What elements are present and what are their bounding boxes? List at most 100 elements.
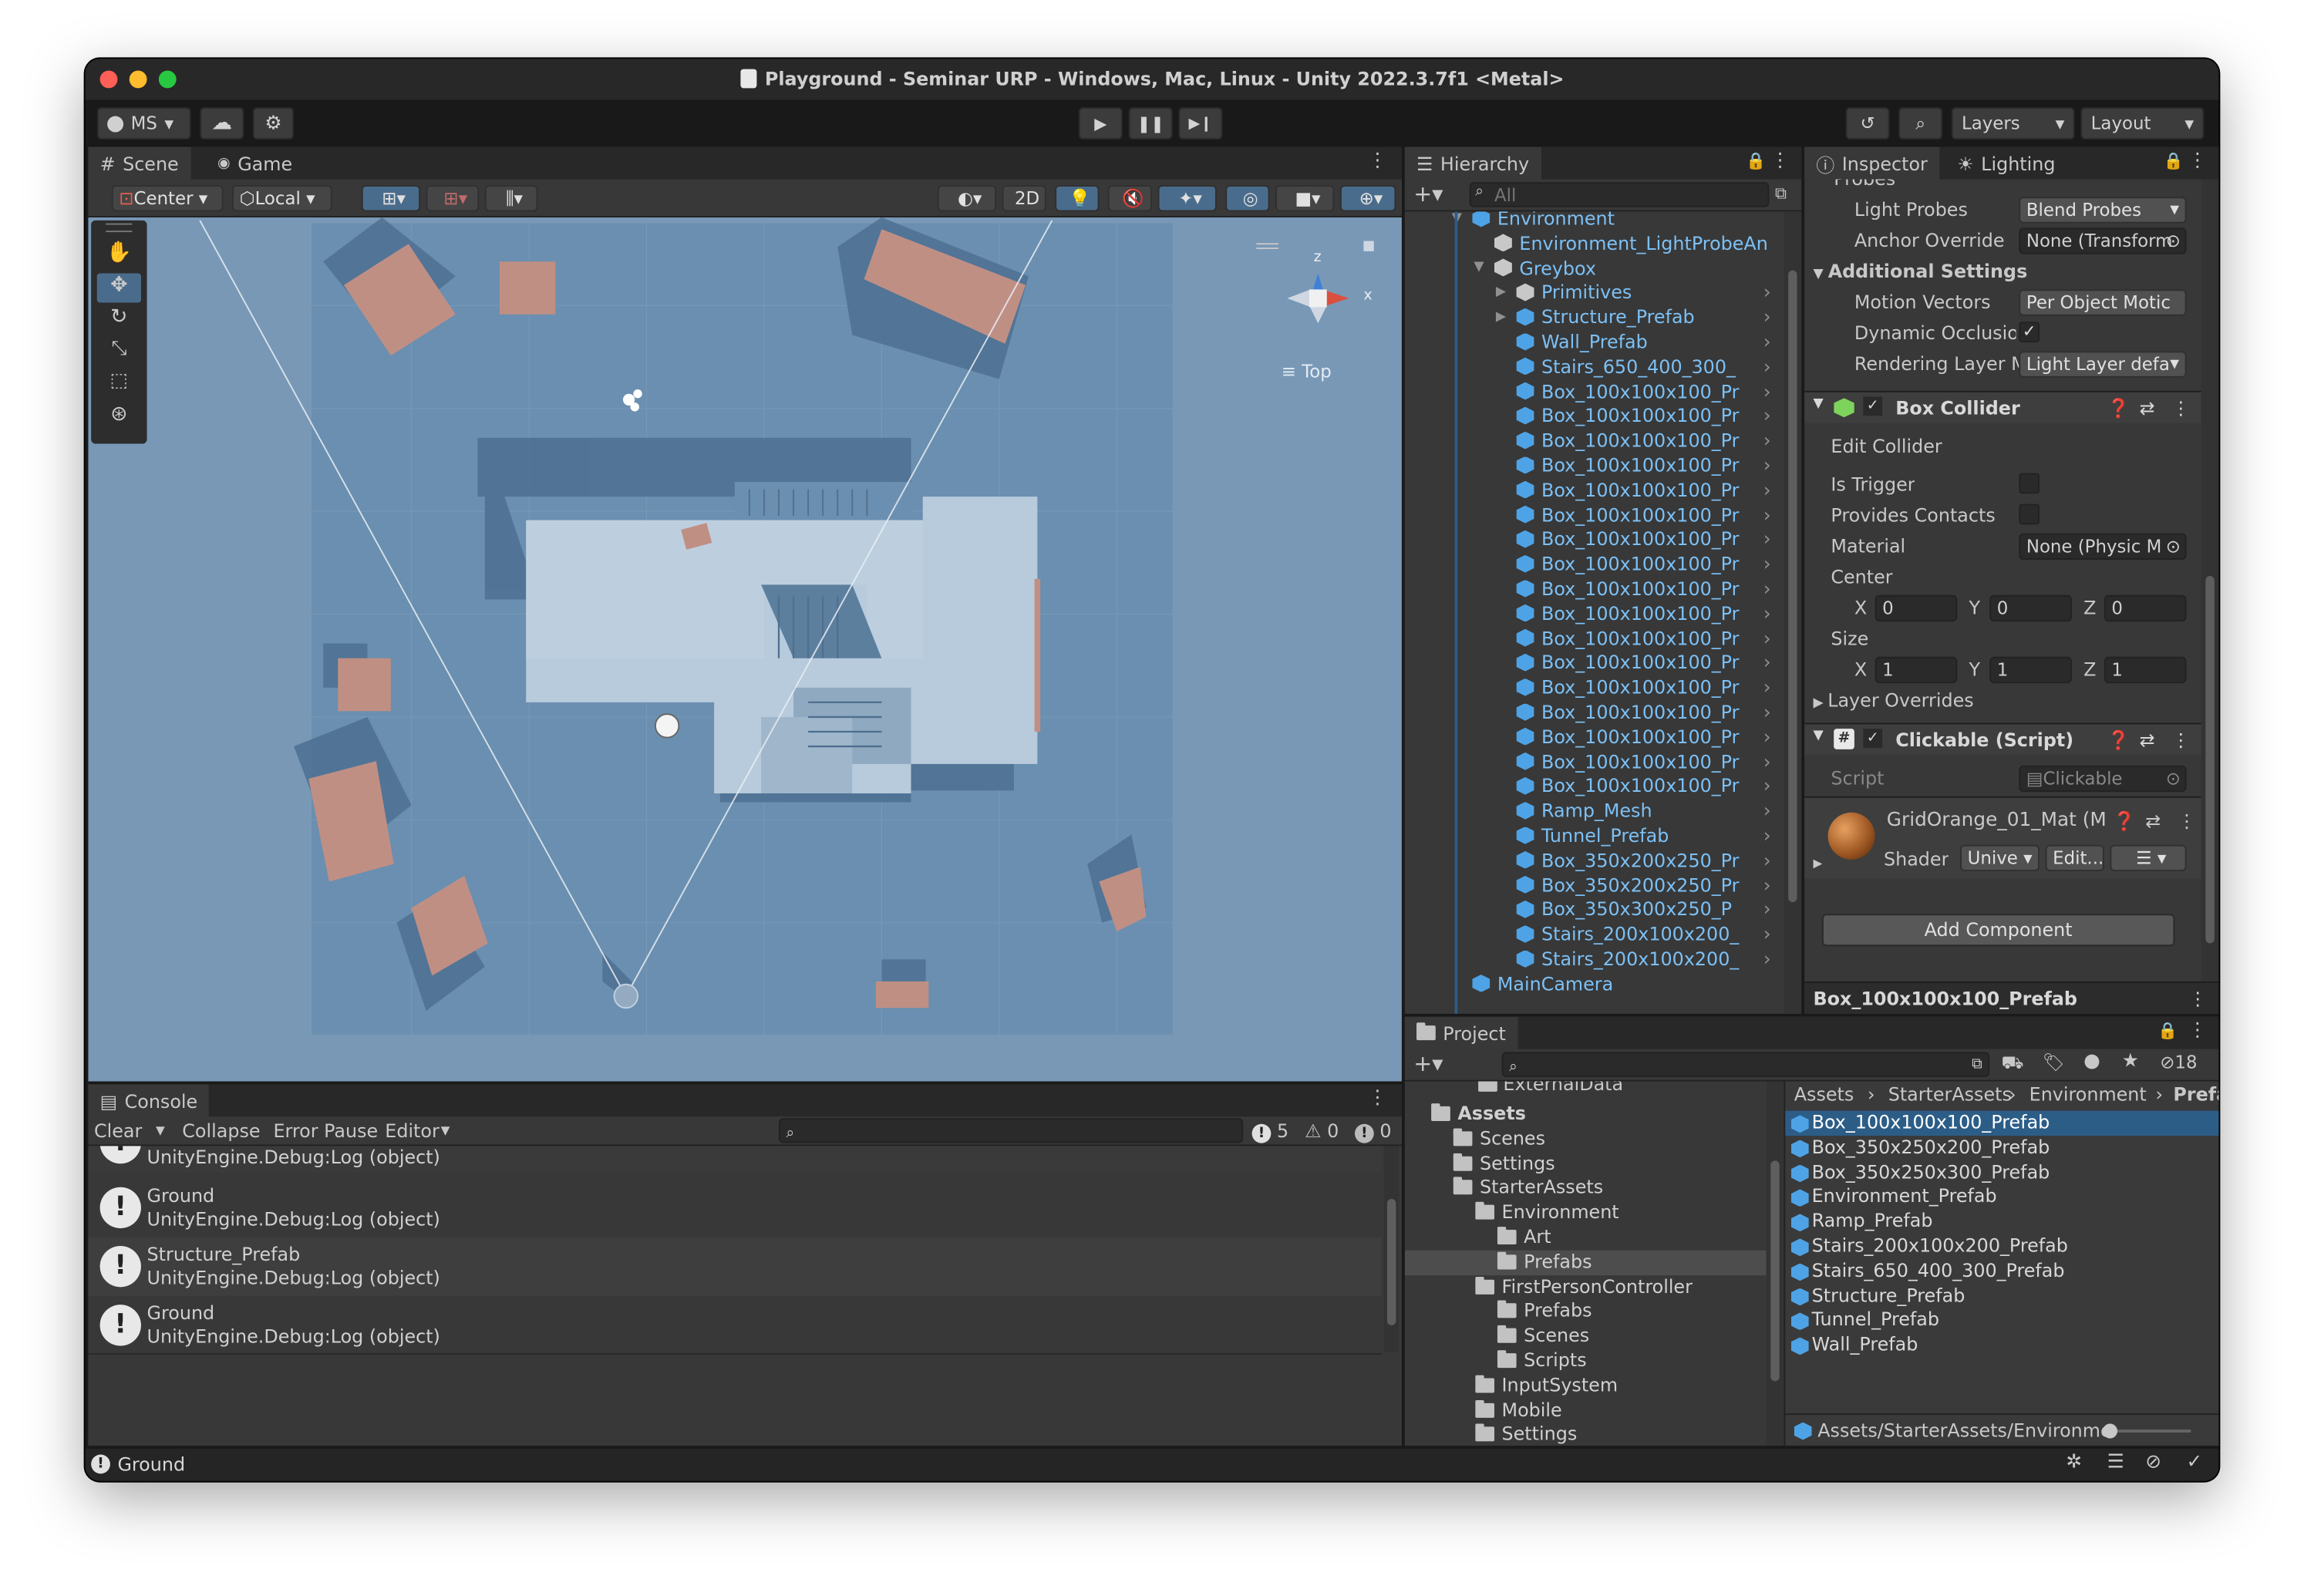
asset-item[interactable]: Box_350x250x200_Prefab [1785,1136,2218,1160]
open-prefab-icon[interactable]: › [1763,604,1771,626]
hierarchy-item[interactable]: ▶ Primitives [1496,280,1632,305]
pause-button[interactable]: ❚❚ [1128,107,1173,140]
open-prefab-icon[interactable]: › [1763,678,1771,700]
object-picker-icon[interactable]: ⊙ [2166,535,2181,558]
hierarchy-item[interactable]: Box_100x100x100_Pr [1516,379,1739,403]
align-button[interactable]: ⫼▾ [484,185,538,212]
tree-item[interactable]: ▶Scenes [1497,1324,1589,1346]
icon-size-slider[interactable] [2102,1423,2191,1439]
is-trigger-checkbox[interactable] [2019,473,2040,494]
object-picker-icon[interactable]: ⊙ [2166,229,2181,252]
light-probes-dropdown[interactable]: Blend Probes ▼ [2019,197,2187,224]
bug-icon[interactable]: ✲ [2066,1452,2082,1474]
lock-icon[interactable]: 🔒 [2164,151,2184,170]
layout-dropdown[interactable]: Layout ▼ [2080,107,2205,140]
asset-item[interactable]: Stairs_200x100x200_Prefab [1785,1234,2218,1259]
search-filter-icon[interactable]: ⧉ [1972,1053,1982,1076]
more-options-icon[interactable]: ⋮ [1368,150,1387,172]
log-entry[interactable]: ! Ground UnityEngine.Debug:Log (object) [88,1178,1382,1237]
edit-collider-button[interactable]: Edit Collider [1831,435,1942,457]
tree-item[interactable]: Settings [1475,1423,1577,1445]
hierarchy-item[interactable]: Box_100x100x100_Pr [1516,724,1739,749]
hierarchy-item[interactable]: Box_100x100x100_Pr [1516,699,1739,724]
console-scrollbar[interactable] [1384,1146,1400,1352]
more-options-icon[interactable]: ⋮ [1368,1087,1387,1109]
open-prefab-icon[interactable]: › [1763,579,1771,601]
open-prefab-icon[interactable]: › [1763,628,1771,651]
tree-item[interactable]: ▼StarterAssets [1453,1176,1603,1198]
2d-toggle[interactable]: 2D [1002,185,1046,212]
foldout-closed-icon[interactable]: ▶ [1814,857,1823,870]
breadcrumb-item[interactable]: Prefab [2173,1083,2218,1105]
help-icon[interactable]: ❓ [2107,729,2131,752]
hierarchy-item[interactable]: Stairs_200x100x200_ [1516,921,1739,946]
hierarchy-item[interactable]: Box_100x100x100_Pr [1516,675,1739,699]
open-prefab-icon[interactable]: › [1763,357,1771,379]
filter-by-type-icon[interactable]: ⛟ [2001,1052,2023,1075]
space-dropdown[interactable]: ⬡Local ▾ [232,185,332,212]
collab-settings-button[interactable]: ⚙ [252,107,295,140]
foldout-closed-icon[interactable]: ▶ [1496,285,1506,299]
tab-game[interactable]: ◉ Game [206,147,305,180]
error-pause-toggle[interactable]: Error Pause [273,1120,378,1142]
audio-toggle[interactable]: 🔇 [1107,185,1152,212]
more-options-icon[interactable]: ⋮ [2188,150,2207,172]
draw-mode-dropdown[interactable]: ◐▾ [937,185,997,212]
step-button[interactable]: ▶❙ [1178,107,1223,140]
hierarchy-item[interactable]: Box_100x100x100_Pr [1516,527,1739,551]
project-tree-scrollbar[interactable] [1766,1081,1784,1446]
hierarchy-item[interactable]: Stairs_650_400_300_ [1516,354,1736,379]
open-prefab-icon[interactable]: › [1763,801,1771,823]
hidden-packages-toggle[interactable]: ⊘18 [2160,1052,2197,1072]
provides-contacts-checkbox[interactable] [2019,503,2040,525]
more-options-icon[interactable]: ⋮ [2188,988,2207,1010]
tree-item[interactable]: ExternalData [1478,1081,1623,1095]
clear-button[interactable]: Clear [94,1120,142,1142]
hierarchy-item[interactable]: Box_100x100x100_Pr [1516,551,1739,576]
foldout-closed-icon[interactable]: ▶ [1496,309,1506,324]
hierarchy-item[interactable]: Box_100x100x100_Pr [1516,749,1739,773]
hierarchy-item[interactable]: Box_100x100x100_Pr [1516,650,1739,675]
transform-tool-icon[interactable]: ⊛ [97,402,141,432]
breadcrumb-item[interactable]: Assets [1794,1083,1854,1105]
rect-tool-icon[interactable]: ⬚ [97,370,141,399]
console-search-input[interactable]: ⌕ [778,1118,1244,1143]
presets-icon[interactable]: ⇄ [2145,810,2161,832]
hierarchy-scrollbar[interactable] [1784,211,1802,1014]
hierarchy-item[interactable]: Stairs_200x100x200_ [1516,946,1739,971]
open-prefab-icon[interactable]: › [1763,332,1771,355]
size-x-field[interactable]: 1 [1875,656,1958,684]
hierarchy-item[interactable]: Box_100x100x100_Pr [1516,502,1739,527]
visibility-toggle[interactable]: ◎ [1225,185,1270,212]
hierarchy-item[interactable]: Box_100x100x100_Pr [1516,403,1739,428]
hierarchy-item[interactable]: Box_350x300x250_P [1516,897,1732,921]
asset-item[interactable]: Wall_Prefab [1785,1333,2218,1358]
camera-dropdown[interactable]: ■▾ [1275,185,1335,212]
account-dropdown[interactable]: MS ▼ [96,107,191,140]
presets-icon[interactable]: ⇄ [2140,397,2155,419]
message-count-toggle[interactable]: ! 0 [1354,1120,1391,1143]
hierarchy-item[interactable]: Box_100x100x100_Pr [1516,576,1739,601]
center-x-field[interactable]: 0 [1875,594,1958,622]
enable-checkbox[interactable]: ✓ [1863,729,1883,748]
hierarchy-item[interactable]: Wall_Prefab [1516,329,1648,354]
center-y-field[interactable]: 0 [1989,594,2072,622]
filter-by-label-icon[interactable]: 🏷 [2043,1052,2065,1072]
component-menu-icon[interactable]: ⋮ [2178,810,2196,832]
hierarchy-item[interactable]: Tunnel_Prefab [1516,823,1669,847]
open-prefab-icon[interactable]: › [1763,308,1771,330]
open-prefab-icon[interactable]: › [1763,727,1771,749]
tree-item[interactable]: ▶Mobile [1475,1398,1562,1420]
open-prefab-icon[interactable]: › [1763,924,1771,947]
add-component-button[interactable]: Add Component [1821,914,2175,947]
open-prefab-icon[interactable]: › [1763,702,1771,725]
tree-item[interactable]: Scripts [1497,1349,1587,1371]
pivot-dropdown[interactable]: ⊡Center ▾ [111,185,224,212]
open-prefab-icon[interactable]: › [1763,949,1771,971]
lighting-toggle[interactable]: 💡 [1055,185,1100,212]
help-icon[interactable]: ❓ [2107,397,2131,420]
tree-item[interactable]: ▼Assets [1431,1102,1526,1124]
layers-dropdown[interactable]: Layers ▼ [1951,107,2075,140]
hierarchy-item[interactable]: Box_100x100x100_Pr [1516,453,1739,477]
physic-material-field[interactable]: None (Physic M ⊙ [2019,533,2187,561]
